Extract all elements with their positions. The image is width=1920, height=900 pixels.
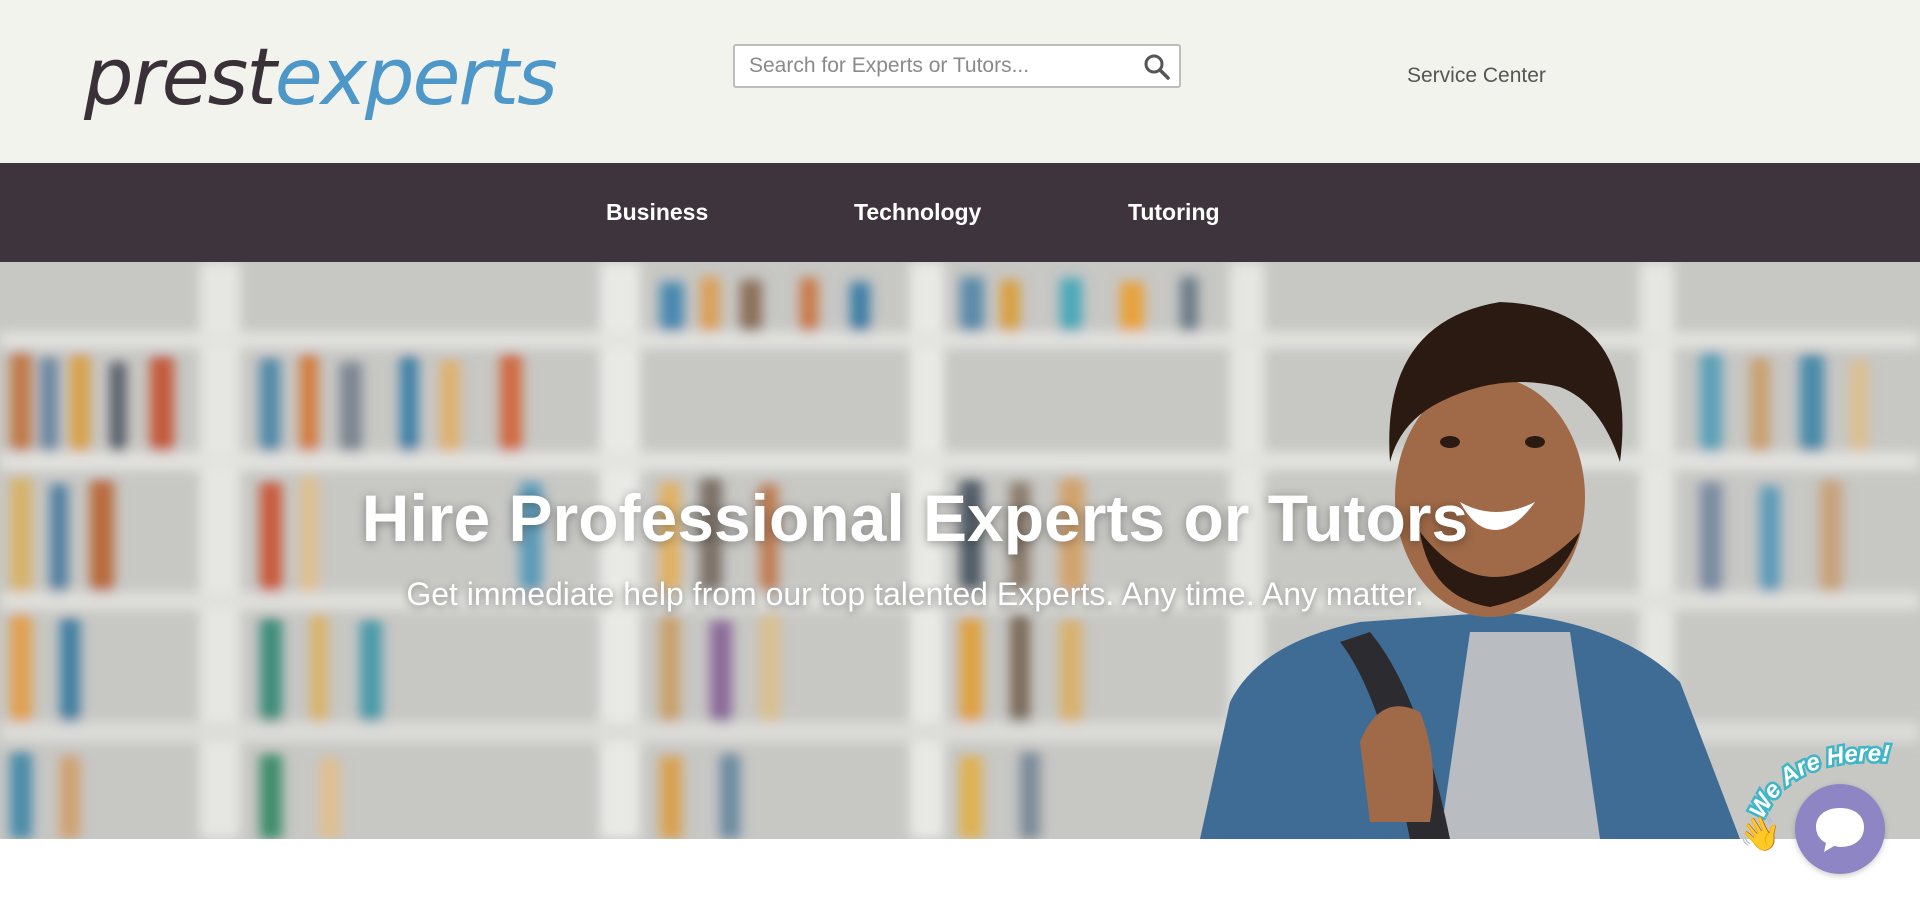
hero-title: Hire Professional Experts or Tutors [361, 481, 1469, 555]
nav-item-technology[interactable]: Technology [854, 199, 981, 226]
chat-widget: We Are Here! 👋 [1733, 728, 1913, 878]
chat-bubble-icon [1816, 808, 1864, 852]
search-input[interactable] [735, 46, 1125, 86]
service-center-link[interactable]: Service Center [1407, 64, 1546, 88]
search-icon[interactable] [1143, 53, 1171, 81]
main-nav: Business Technology Tutoring [0, 163, 1920, 262]
hero-banner: Hire Professional Experts or Tutors Get … [0, 262, 1920, 839]
logo-text-experts: experts [274, 33, 558, 123]
waving-hand-icon: 👋 [1739, 815, 1782, 853]
nav-item-business[interactable]: Business [606, 199, 708, 226]
hero-subtitle: Get immediate help from our top talented… [406, 576, 1424, 612]
search-box [733, 44, 1181, 88]
nav-item-tutoring[interactable]: Tutoring [1128, 199, 1220, 226]
site-header: prestexperts Service Center [0, 0, 1920, 163]
site-logo[interactable]: prestexperts [84, 38, 604, 118]
chat-button[interactable] [1795, 784, 1885, 874]
logo-text-prest: prest [84, 33, 277, 123]
